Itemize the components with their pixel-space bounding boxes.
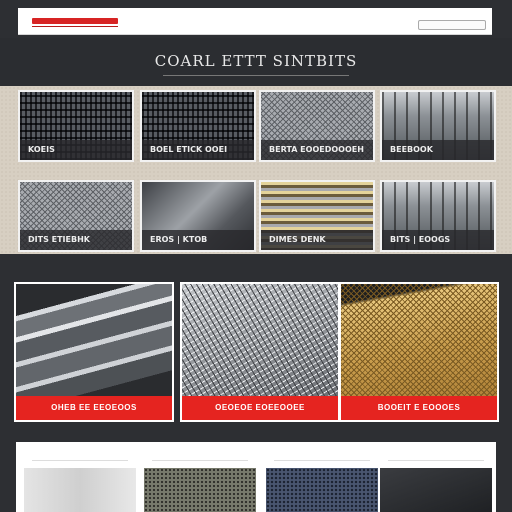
page-title: COARL ETTT SINTBITS — [154, 52, 358, 70]
featured-card[interactable]: OEOEOE EOEEOOEE — [180, 282, 340, 422]
bottom-product-divider — [388, 460, 484, 461]
bottom-product[interactable] — [266, 442, 378, 512]
logo-underline — [32, 26, 118, 27]
featured-caption: OEOEOE EOEEOOEE — [182, 396, 338, 420]
product-caption: KOEIS — [20, 140, 132, 160]
bottom-product-image — [144, 468, 256, 512]
top-navigation-bar — [18, 8, 492, 35]
brand-logo[interactable] — [32, 18, 118, 24]
product-caption: BEEBOOK — [382, 140, 494, 160]
product-card[interactable]: BITS | EOOGS — [380, 180, 496, 252]
bottom-product-divider — [152, 460, 248, 461]
product-card[interactable]: BEEBOOK — [380, 90, 496, 162]
bottom-product[interactable] — [380, 442, 492, 512]
product-card[interactable]: EROS | KTOB — [140, 180, 256, 252]
product-card[interactable]: DIMES DENK — [259, 180, 375, 252]
product-caption: DIMES DENK — [261, 230, 373, 250]
bottom-product[interactable] — [24, 442, 136, 512]
bottom-product[interactable] — [144, 442, 256, 512]
bottom-product-divider — [274, 460, 370, 461]
bottom-product-image — [266, 468, 378, 512]
product-caption: BERTA EOOEDOOOEH — [261, 140, 373, 160]
bottom-product-image — [24, 468, 136, 512]
featured-caption: OHEB EE EEOEOOS — [16, 396, 172, 420]
product-caption: BITS | EOOGS — [382, 230, 494, 250]
product-caption: DITS ETIEBHK — [20, 230, 132, 250]
featured-card[interactable]: OHEB EE EEOEOOS — [14, 282, 174, 422]
product-card[interactable]: DITS ETIEBHK — [18, 180, 134, 252]
bottom-product-image — [380, 468, 492, 512]
title-divider — [163, 75, 349, 76]
featured-caption: BOOEIT E EOOOES — [341, 396, 497, 420]
product-caption: BOEL ETICK OOEI — [142, 140, 254, 160]
product-card[interactable]: BERTA EOOEDOOOEH — [259, 90, 375, 162]
nav-contact-button[interactable] — [418, 20, 486, 30]
product-caption: EROS | KTOB — [142, 230, 254, 250]
featured-card[interactable]: BOOEIT E EOOOES — [339, 282, 499, 422]
product-card[interactable]: KOEIS — [18, 90, 134, 162]
product-card[interactable]: BOEL ETICK OOEI — [140, 90, 256, 162]
bottom-product-divider — [32, 460, 128, 461]
